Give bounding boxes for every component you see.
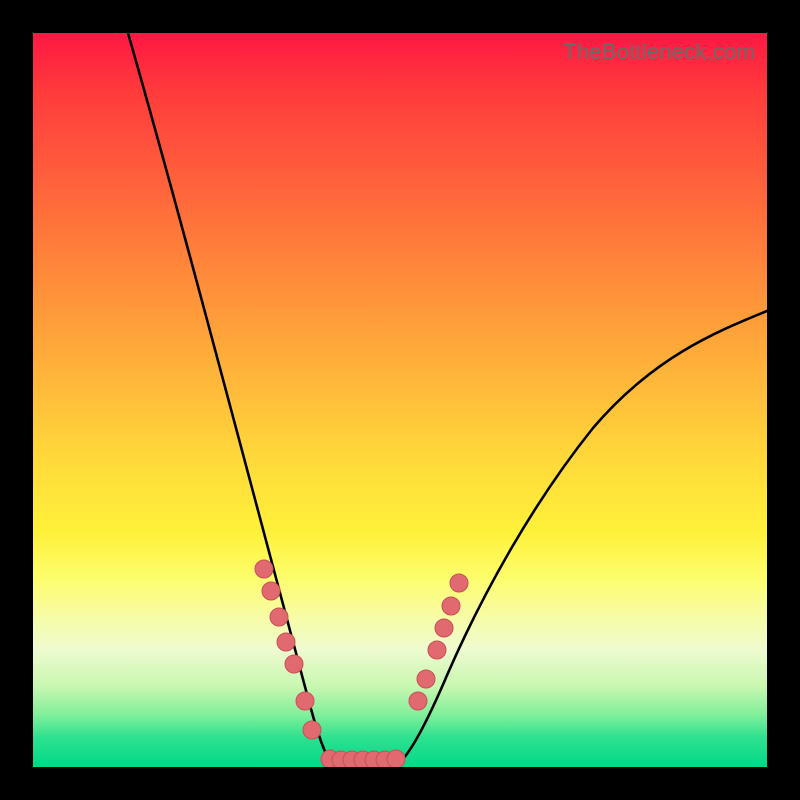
bottleneck-curve	[33, 33, 767, 767]
plot-area: TheBottleneck.com	[33, 33, 767, 767]
chart-frame: TheBottleneck.com	[0, 0, 800, 800]
data-markers	[255, 560, 468, 767]
curve-left	[128, 33, 329, 759]
curve-right	[403, 311, 767, 759]
